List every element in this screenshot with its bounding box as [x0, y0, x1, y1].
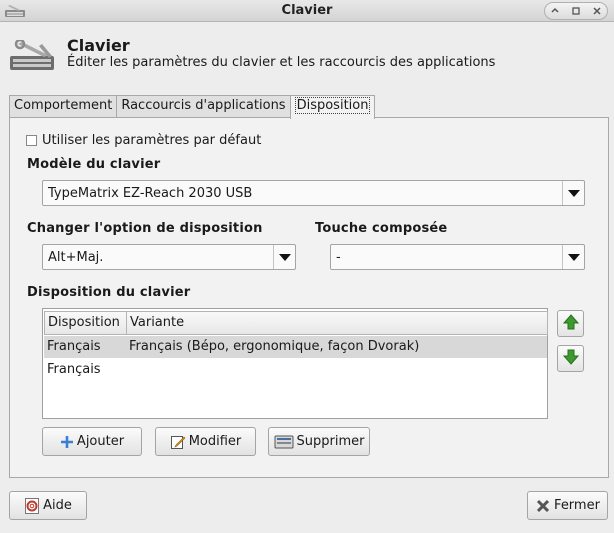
edit-layout-label: Modifier [188, 434, 242, 449]
compose-key-label: Touche composée [315, 221, 448, 236]
tab-behavior[interactable]: Comportement [9, 95, 118, 118]
column-header-layout[interactable]: Disposition [44, 311, 127, 335]
edit-layout-button[interactable]: Modifier [155, 427, 256, 456]
add-layout-button[interactable]: Ajouter [42, 427, 142, 456]
window-controls [544, 2, 608, 20]
use-defaults-label: Utiliser les paramètres par défaut [42, 133, 262, 148]
minimize-icon[interactable] [548, 4, 562, 18]
help-label: Aide [43, 498, 72, 513]
delete-layout-button[interactable]: Supprimer [268, 427, 370, 456]
arrow-down-icon [562, 348, 580, 370]
list-header: Disposition Variante [44, 311, 548, 335]
window-titlebar[interactable]: Clavier [0, 0, 614, 22]
change-option-label: Changer l'option de disposition [27, 221, 263, 236]
column-header-variant[interactable]: Variante [126, 311, 548, 335]
keyboard-layout-label: Disposition du clavier [27, 285, 191, 300]
page-subtitle: Éditer les paramètres du clavier et les … [67, 55, 496, 70]
use-defaults-option[interactable]: Utiliser les paramètres par défaut [26, 133, 261, 148]
move-up-button[interactable] [557, 310, 584, 337]
table-row[interactable]: Français Français (Bépo, ergonomique, fa… [44, 336, 547, 358]
row-layout: Français [47, 339, 101, 354]
edit-icon [170, 434, 186, 450]
row-layout: Français [47, 362, 101, 377]
keyboard-settings-icon [8, 38, 58, 78]
add-layout-label: Ajouter [76, 434, 125, 449]
change-option-select[interactable]: Alt+Maj. [42, 244, 296, 270]
close-label: Fermer [554, 498, 600, 513]
compose-key-value: - [336, 250, 341, 265]
page-title: Clavier [67, 36, 130, 55]
change-option-value: Alt+Maj. [48, 250, 104, 265]
row-variant: Français (Bépo, ergonomique, façon Dvora… [129, 339, 420, 354]
keyboard-model-value: TypeMatrix EZ-Reach 2030 USB [48, 186, 253, 201]
compose-key-select[interactable]: - [330, 244, 585, 270]
window-title: Clavier [281, 3, 333, 18]
tab-app-shortcuts[interactable]: Raccourcis d'applications [116, 95, 291, 118]
chevron-down-icon [562, 245, 584, 269]
tab-bar: Comportement Raccourcis d'applications D… [9, 95, 376, 119]
tab-layout[interactable]: Disposition [289, 95, 376, 119]
table-row[interactable]: Français [44, 359, 547, 381]
chevron-down-icon [562, 181, 584, 205]
help-icon [24, 497, 40, 515]
layout-list[interactable]: Disposition Variante Français Français (… [42, 308, 548, 419]
use-defaults-checkbox[interactable] [26, 135, 37, 146]
keyboard-model-select[interactable]: TypeMatrix EZ-Reach 2030 USB [42, 180, 585, 206]
help-button[interactable]: Aide [9, 491, 87, 520]
x-icon [535, 498, 551, 514]
keyboard-model-label: Modèle du clavier [27, 157, 161, 172]
plus-icon [60, 435, 74, 449]
move-down-button[interactable] [557, 345, 584, 372]
delete-layout-label: Supprimer [296, 434, 365, 449]
arrow-up-icon [562, 313, 580, 335]
close-icon[interactable] [590, 4, 604, 18]
keyboard-remove-icon [274, 434, 294, 450]
close-button[interactable]: Fermer [527, 491, 608, 520]
chevron-down-icon [273, 245, 295, 269]
maximize-icon[interactable] [569, 4, 583, 18]
